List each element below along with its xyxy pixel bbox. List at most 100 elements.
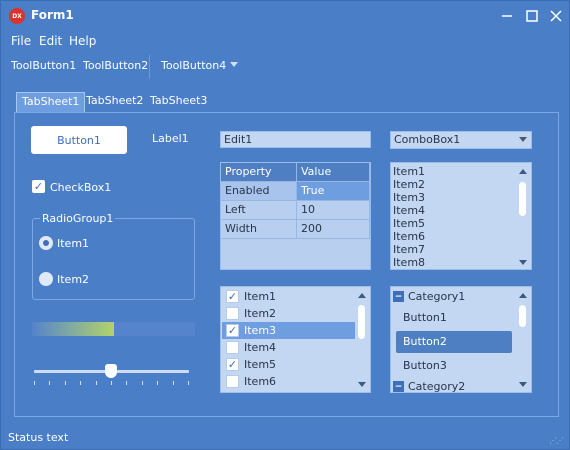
slider-tick [141, 381, 143, 385]
scrollbar-thumb[interactable] [519, 182, 526, 216]
list-item[interactable]: Item3 [393, 191, 425, 204]
checklist-item-label: Item2 [244, 307, 277, 320]
radio-item2[interactable] [39, 272, 53, 286]
collapse-icon[interactable]: − [393, 381, 404, 392]
slider-tick [157, 381, 159, 385]
slider-tick [95, 381, 97, 385]
checklist-item[interactable]: Item6 [222, 373, 357, 390]
checklistbox[interactable]: ✓ Item1 Item2 ✓ Item3 Item4 ✓ Item5 Item6 [220, 286, 371, 393]
category2-label: Category2 [408, 380, 466, 393]
minimize-icon [502, 15, 512, 17]
maximize-button[interactable] [522, 6, 542, 26]
grid-cell-property[interactable]: Left [221, 201, 297, 220]
list-item[interactable]: Item2 [393, 178, 425, 191]
category1-header[interactable]: − Category1 [393, 288, 465, 305]
list-item[interactable]: Item8 [393, 256, 425, 269]
slider-thumb[interactable] [105, 364, 117, 378]
category-buttons[interactable]: − Category1 Button1 Button2 Button3 − Cate… [390, 286, 532, 393]
minimize-button[interactable] [497, 6, 517, 26]
button1[interactable]: Button1 [31, 126, 127, 154]
list-item[interactable]: Item6 [393, 230, 425, 243]
radio-item1-label[interactable]: Item1 [57, 237, 89, 250]
slider-tick [172, 381, 174, 385]
close-button[interactable] [546, 6, 566, 26]
checkbox[interactable]: ✓ [226, 324, 239, 337]
grid-header-property: Property [221, 163, 297, 182]
list-item[interactable]: Item7 [393, 243, 425, 256]
menu-edit[interactable]: Edit [39, 34, 62, 48]
checkbox[interactable] [226, 307, 239, 320]
checkbox1-label[interactable]: CheckBox1 [50, 181, 111, 194]
slider-tick [49, 381, 51, 385]
category-button1[interactable]: Button1 [396, 307, 512, 329]
radio-selected-dot [43, 240, 49, 246]
category2-header[interactable]: − Category2 [393, 378, 465, 395]
category1-label: Category1 [408, 290, 466, 303]
scroll-down-icon[interactable] [358, 382, 366, 387]
grid-cell-value[interactable]: True [297, 182, 370, 201]
slider-tick [111, 381, 112, 385]
toolbutton-2[interactable]: ToolButton2 [83, 59, 148, 72]
maximize-icon [526, 10, 538, 22]
scrollbar-thumb[interactable] [519, 305, 526, 327]
category-button2[interactable]: Button2 [396, 331, 512, 353]
property-grid[interactable]: Property Value Enabled True Left 10 Widt… [220, 162, 371, 270]
progress-bar [32, 322, 195, 336]
combobox1[interactable]: ComboBox1 [390, 131, 532, 149]
list-item[interactable]: Item4 [393, 204, 425, 217]
scroll-down-icon[interactable] [519, 382, 527, 387]
edit1-field[interactable]: Edit1 [220, 131, 371, 148]
tab-sheet1[interactable]: TabSheet1 [16, 92, 86, 112]
checklist-item[interactable]: Item4 [222, 339, 357, 356]
checkbox[interactable]: ✓ [226, 290, 239, 303]
checkbox[interactable]: ✓ [226, 358, 239, 371]
toolbutton-1[interactable]: ToolButton1 [11, 59, 76, 72]
category-scrollbar[interactable] [516, 288, 530, 391]
grid-cell-property[interactable]: Width [221, 220, 297, 239]
grid-cell-value[interactable]: 200 [297, 220, 370, 239]
checkbox1-box[interactable]: ✓ [32, 180, 45, 193]
slider-tick [188, 381, 189, 385]
radio-group [32, 218, 195, 300]
app-icon: DX [9, 8, 25, 24]
chevron-down-icon[interactable] [519, 137, 527, 142]
checklist-item[interactable]: ✓ Item5 [222, 356, 357, 373]
tab-sheet2[interactable]: TabSheet2 [81, 92, 148, 112]
checklist-item-label: Item1 [244, 290, 277, 303]
scroll-up-icon[interactable] [358, 293, 366, 298]
size-grip-icon[interactable]: ⋰⋰ [549, 436, 564, 445]
listbox-scrollbar[interactable] [516, 164, 530, 268]
grid-cell-value[interactable]: 10 [297, 201, 370, 220]
collapse-icon[interactable]: − [393, 291, 404, 302]
title-bar[interactable]: DX Form1 [1, 1, 570, 31]
toolbutton-4[interactable]: ToolButton4 [161, 59, 226, 72]
list-item[interactable]: Item5 [393, 217, 425, 230]
scrollbar-thumb[interactable] [358, 305, 365, 339]
slider-tick [126, 381, 128, 385]
scroll-up-icon[interactable] [519, 293, 527, 298]
grid-cell-property[interactable]: Enabled [221, 182, 297, 201]
checklist-item-label: Item6 [244, 375, 277, 388]
checklist-item[interactable]: ✓ Item3 [222, 322, 357, 339]
tab-sheet3[interactable]: TabSheet3 [145, 92, 212, 112]
category-button3[interactable]: Button3 [396, 355, 512, 377]
checklist-item[interactable]: Item2 [222, 305, 357, 322]
combobox-value: ComboBox1 [394, 133, 461, 146]
menu-file[interactable]: File [11, 34, 31, 48]
scroll-down-icon[interactable] [519, 260, 527, 265]
menu-help[interactable]: Help [69, 34, 96, 48]
checklist-item-label: Item4 [244, 341, 277, 354]
listbox[interactable]: Item1 Item2 Item3 Item4 Item5 Item6 Item… [390, 162, 532, 270]
radio-item1[interactable] [39, 236, 53, 250]
checklist-item[interactable]: ✓ Item1 [222, 288, 357, 305]
checkbox[interactable] [226, 341, 239, 354]
checkbox[interactable] [226, 375, 239, 388]
list-item[interactable]: Item1 [393, 165, 425, 178]
radio-group-title: RadioGroup1 [40, 212, 116, 225]
check-icon: ✓ [33, 180, 44, 193]
scroll-up-icon[interactable] [519, 169, 527, 174]
checklist-scrollbar[interactable] [355, 288, 369, 391]
toolbutton-dropdown-icon[interactable] [230, 62, 238, 68]
radio-item2-label[interactable]: Item2 [57, 273, 89, 286]
slider-tick [64, 381, 66, 385]
